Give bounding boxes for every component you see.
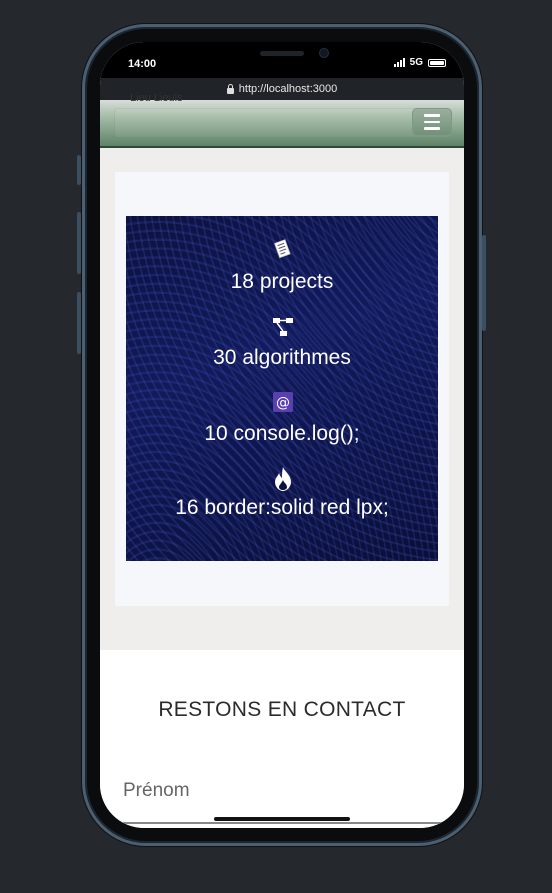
first-name-underline: [123, 822, 448, 824]
site-navbar: Lieu Lieuls: [100, 92, 464, 148]
front-camera: [319, 48, 329, 58]
stats-panel: 18 projects 30 algorithmes @ 10 console.…: [126, 216, 438, 561]
contact-section: RESTONS EN CONTACT Prénom: [100, 650, 464, 828]
power-button: [482, 235, 486, 331]
at-sign-icon: @: [273, 392, 293, 412]
stat-border: 16 border:solid red lpx;: [175, 496, 389, 519]
network-type: 5G: [409, 57, 423, 68]
url-text: http://localhost:3000: [238, 83, 338, 95]
stat-projects: 18 projects: [230, 270, 334, 293]
document-icon: [274, 239, 291, 259]
stat-algorithmes: 30 algorithmes: [213, 346, 351, 369]
stat-console-log: 10 console.log();: [204, 422, 360, 445]
first-name-field[interactable]: Prénom: [123, 780, 190, 802]
status-indicators: 5G: [393, 57, 446, 68]
signal-icon: [393, 58, 405, 67]
stats-card: 18 projects 30 algorithmes @ 10 console.…: [115, 172, 449, 606]
silent-switch: [77, 155, 81, 185]
lock-icon: [226, 83, 234, 94]
navbar-brand[interactable]: Lieu Lieuls: [130, 92, 183, 104]
volume-up-button: [77, 212, 81, 274]
navbar-container: [114, 108, 452, 138]
volume-down-button: [77, 292, 81, 354]
contact-title: RESTONS EN CONTACT: [158, 698, 406, 721]
hamburger-menu-button[interactable]: [412, 108, 452, 136]
fire-icon: [275, 467, 291, 491]
battery-icon: [428, 58, 446, 67]
phone-screen: 14:00 5G http://localhost:3000 Lieu Lieu…: [100, 42, 464, 828]
hamburger-icon: [424, 114, 440, 117]
status-time: 14:00: [128, 58, 157, 70]
notch: [186, 42, 378, 72]
svg-text:@: @: [276, 395, 290, 411]
home-indicator[interactable]: [214, 817, 350, 821]
flowchart-icon: [273, 318, 293, 336]
status-bar: 14:00 5G: [100, 42, 464, 78]
speaker-grille: [260, 51, 304, 56]
